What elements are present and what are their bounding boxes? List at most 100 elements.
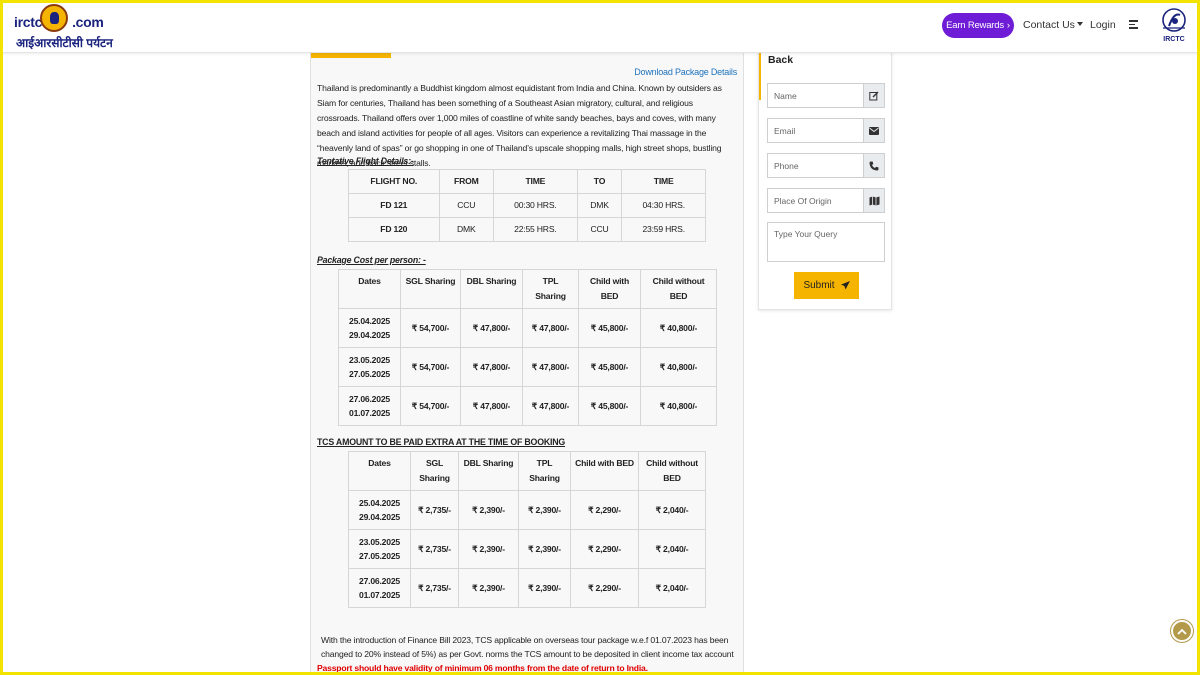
logo-hindi-text: आईआरसीटीसी पर्यटन [16, 36, 113, 50]
table-cell: ₹ 45,800/- [578, 308, 641, 348]
login-link[interactable]: Login [1090, 19, 1116, 31]
table-cell: ₹ 2,290/- [570, 490, 639, 530]
origin-field [767, 188, 885, 213]
table-cell: ₹ 2,735/- [410, 529, 459, 569]
submit-button[interactable]: Submit [794, 272, 859, 299]
column-header: FROM [438, 169, 495, 194]
table-cell: 25.04.2025 29.04.2025 [348, 490, 411, 530]
irctc-emblem-icon [40, 4, 68, 32]
email-input[interactable] [768, 119, 863, 142]
table-cell: 23.05.2025 27.05.2025 [338, 347, 401, 387]
irctc-logo[interactable]: IRCTC [1160, 6, 1188, 46]
irctc-tourism-logo[interactable]: irctc .com आईआरसीटीसी पर्यटन [14, 4, 124, 50]
table-cell: ₹ 2,290/- [570, 568, 639, 608]
table-cell: 00:30 HRS. [493, 193, 578, 218]
passport-validity-note: Passport should have validity of minimum… [317, 663, 648, 673]
table-cell: 22:55 HRS. [493, 217, 578, 242]
edit-icon [863, 84, 884, 107]
email-field [767, 118, 885, 143]
table-cell: ₹ 45,800/- [578, 386, 641, 426]
tcs-amount-title: TCS AMOUNT TO BE PAID EXTRA AT THE TIME … [317, 437, 566, 447]
back-heading[interactable]: Back [768, 54, 793, 66]
enquiry-form: Back Submit [758, 48, 892, 310]
column-header: Child without BED [638, 451, 706, 491]
envelope-icon [863, 119, 884, 142]
chevron-right-icon: › [1006, 20, 1010, 31]
chevron-up-icon [1177, 628, 1187, 635]
query-textarea[interactable] [767, 222, 885, 262]
table-cell: ₹ 54,700/- [400, 347, 461, 387]
table-cell: ₹ 54,700/- [400, 308, 461, 348]
package-cost-table: Dates SGL Sharing DBL Sharing TPL Sharin… [338, 269, 717, 426]
table-cell: ₹ 47,800/- [522, 386, 579, 426]
table-row: 23.05.2025 27.05.2025 ₹ 2,735/- ₹ 2,390/… [348, 529, 706, 569]
hamburger-menu-icon[interactable] [1129, 20, 1138, 29]
column-header: TO [576, 169, 623, 194]
form-accent-bar [759, 48, 761, 100]
table-cell: 27.06.2025 01.07.2025 [338, 386, 401, 426]
table-cell: ₹ 40,800/- [640, 347, 717, 387]
table-cell: ₹ 40,800/- [640, 386, 717, 426]
table-cell: ₹ 2,390/- [458, 529, 519, 569]
table-cell: ₹ 47,800/- [460, 386, 523, 426]
phone-icon [863, 154, 884, 177]
table-cell: FD 121 [348, 193, 440, 218]
table-header-row: Dates SGL Sharing DBL Sharing TPL Sharin… [348, 451, 706, 491]
column-header: TPL Sharing [518, 451, 571, 491]
table-cell: ₹ 2,735/- [410, 490, 459, 530]
table-cell: ₹ 54,700/- [400, 386, 461, 426]
column-header: Child without BED [640, 269, 717, 309]
table-cell: CCU [576, 217, 623, 242]
finance-bill-note: With the introduction of Finance Bill 20… [321, 635, 734, 659]
table-row: FD 120 DMK 22:55 HRS. CCU 23:59 HRS. [348, 217, 706, 242]
column-header: FLIGHT NO. [348, 169, 440, 194]
table-cell: ₹ 47,800/- [522, 347, 579, 387]
package-details-panel: Download Package Details Thailand is pre… [310, 53, 744, 675]
phone-input[interactable] [768, 154, 863, 177]
caret-down-icon [1076, 22, 1083, 26]
table-cell: ₹ 2,040/- [638, 490, 706, 530]
table-row: 27.06.2025 01.07.2025 ₹ 2,735/- ₹ 2,390/… [348, 568, 706, 608]
submit-label: Submit [803, 280, 835, 291]
logo-text-left: irctc [14, 14, 43, 30]
table-cell: CCU [438, 193, 495, 218]
paper-plane-icon [840, 281, 850, 290]
table-cell: ₹ 2,040/- [638, 529, 706, 569]
table-row: 23.05.2025 27.05.2025 ₹ 54,700/- ₹ 47,80… [338, 347, 717, 387]
table-header-row: Dates SGL Sharing DBL Sharing TPL Sharin… [338, 269, 717, 309]
table-cell: ₹ 47,800/- [460, 308, 523, 348]
earn-rewards-label: Earn Rewards [946, 20, 1004, 31]
table-row: 25.04.2025 29.04.2025 ₹ 54,700/- ₹ 47,80… [338, 308, 717, 348]
download-package-link[interactable]: Download Package Details [634, 67, 737, 77]
table-row: 27.06.2025 01.07.2025 ₹ 54,700/- ₹ 47,80… [338, 386, 717, 426]
table-cell: DMK [576, 193, 623, 218]
table-cell: ₹ 47,800/- [460, 347, 523, 387]
flight-details-table: FLIGHT NO. FROM TIME TO TIME FD 121 CCU … [348, 169, 706, 242]
table-row: 25.04.2025 29.04.2025 ₹ 2,735/- ₹ 2,390/… [348, 490, 706, 530]
table-cell: ₹ 2,290/- [570, 529, 639, 569]
contact-us-label: Contact Us [1023, 19, 1075, 31]
column-header: SGL Sharing [410, 451, 459, 491]
table-cell: 23:59 HRS. [621, 217, 706, 242]
name-input[interactable] [768, 84, 863, 107]
column-header: DBL Sharing [458, 451, 519, 491]
column-header: Child with BED [570, 451, 639, 491]
table-cell: ₹ 40,800/- [640, 308, 717, 348]
table-cell: ₹ 2,735/- [410, 568, 459, 608]
top-navbar: irctc .com आईआरसीटीसी पर्यटन Earn Rewards… [0, 0, 1200, 53]
table-cell: ₹ 2,040/- [638, 568, 706, 608]
name-field [767, 83, 885, 108]
tcs-amount-table: Dates SGL Sharing DBL Sharing TPL Sharin… [348, 451, 706, 608]
earn-rewards-button[interactable]: Earn Rewards › [942, 13, 1014, 38]
scroll-to-top-button[interactable] [1171, 620, 1193, 642]
contact-us-dropdown[interactable]: Contact Us [1023, 19, 1083, 31]
column-header: TPL Sharing [522, 269, 579, 309]
column-header: DBL Sharing [460, 269, 523, 309]
origin-input[interactable] [768, 189, 863, 212]
table-cell: ₹ 45,800/- [578, 347, 641, 387]
flight-details-title: Tentative Flight Details:- [317, 156, 414, 166]
column-header: Dates [348, 451, 411, 491]
phone-field [767, 153, 885, 178]
table-cell: 04:30 HRS. [621, 193, 706, 218]
column-header: Dates [338, 269, 401, 309]
